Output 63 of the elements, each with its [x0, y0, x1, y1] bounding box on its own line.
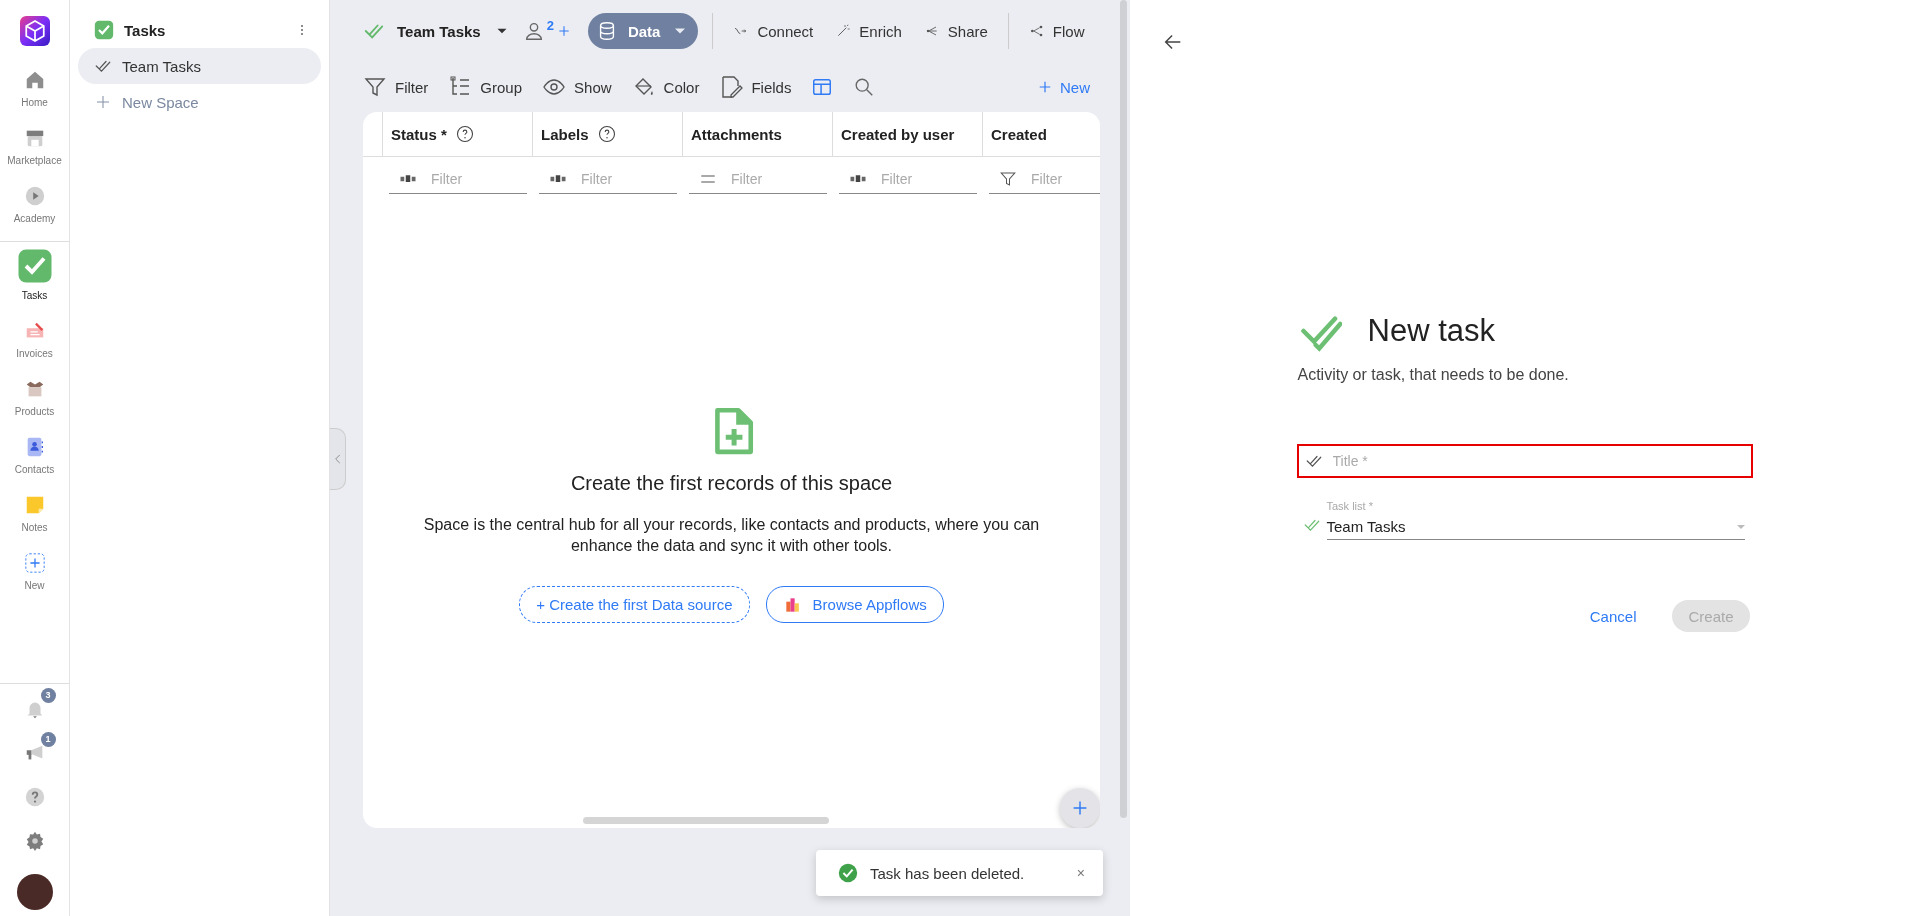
form-subtitle: Activity or task, that needs to be done.: [1297, 366, 1570, 384]
close-button[interactable]: ×: [1076, 865, 1085, 881]
fields-button[interactable]: Fields: [719, 75, 792, 99]
enrich-button[interactable]: Enrich: [829, 22, 908, 40]
rail-item[interactable]: Tasks: [0, 248, 69, 301]
cancel-button[interactable]: Cancel: [1589, 607, 1637, 625]
column-header[interactable]: Labels: [533, 112, 683, 156]
column-header[interactable]: Status *: [383, 112, 533, 156]
check-circle-icon: [838, 863, 858, 883]
form-title: New task: [1367, 313, 1495, 349]
collapse-handle[interactable]: [330, 428, 346, 490]
magic-wand-icon: [835, 23, 852, 39]
scrollbar[interactable]: [583, 817, 829, 824]
rail-item[interactable]: Invoices: [0, 320, 69, 359]
empty-state-text: Space is the central hub for all your records, like contacts and products, where you can enhance the data and sync it with other tools.: [422, 514, 1041, 556]
nodes-icon: [1028, 23, 1045, 39]
edit-document-icon: [719, 75, 744, 99]
help-icon: [596, 124, 617, 144]
rail-item[interactable]: Home: [0, 69, 69, 108]
rail-item[interactable]: Contacts: [0, 436, 69, 475]
rail-item[interactable]: New: [0, 552, 69, 591]
play-icon: [23, 185, 46, 207]
rail-item[interactable]: Products: [0, 378, 69, 417]
data-button[interactable]: Data: [587, 13, 699, 49]
title-input[interactable]: Title *: [1296, 444, 1753, 478]
filter-icon: [999, 170, 1017, 188]
toast-message: Task has been deleted.: [870, 864, 1026, 882]
rail-item[interactable]: Notes: [0, 494, 69, 533]
filter-button[interactable]: Filter: [363, 75, 429, 99]
new-space-link[interactable]: New Space: [78, 84, 321, 120]
check-app-icon: [16, 248, 53, 284]
count-badge: 1: [40, 732, 56, 747]
sidebar-item[interactable]: Team Tasks: [78, 48, 321, 84]
add-button[interactable]: [1060, 788, 1100, 828]
check-app-icon: [94, 20, 114, 40]
flow-button[interactable]: Flow: [1022, 22, 1091, 40]
plus-icon: [94, 93, 112, 111]
filter-icon: [363, 75, 387, 99]
add-icon: [23, 552, 46, 574]
show-button[interactable]: Show: [542, 75, 612, 99]
empty-state-title: Create the first records of this space: [570, 471, 893, 495]
task-list-select[interactable]: Task list * Team Tasks: [1326, 500, 1745, 540]
connect-button[interactable]: Connect: [727, 22, 820, 40]
table-layout-icon[interactable]: [811, 76, 834, 98]
space-selector[interactable]: Team Tasks: [363, 20, 511, 42]
rail-item[interactable]: Marketplace: [0, 127, 69, 166]
browse-appflows-button[interactable]: Browse Appflows: [765, 586, 944, 624]
filter-field[interactable]: Filter: [689, 164, 827, 194]
avatar[interactable]: [16, 874, 53, 910]
scrollbar[interactable]: [1120, 0, 1127, 818]
cube-logo-icon[interactable]: [19, 16, 50, 46]
help-icon: [454, 124, 475, 144]
members-button[interactable]: 2: [522, 20, 572, 42]
count-badge: 3: [40, 688, 56, 703]
group-button[interactable]: Group: [448, 75, 523, 99]
sidebar-title: Tasks: [124, 21, 167, 39]
rail-item[interactable]: Academy: [0, 185, 69, 224]
help-icon[interactable]: [23, 786, 46, 808]
share-button[interactable]: Share: [917, 22, 994, 40]
color-button[interactable]: Color: [631, 75, 700, 99]
column-header[interactable]: Created by user: [833, 112, 983, 156]
new-button[interactable]: New: [1036, 78, 1090, 96]
column-header[interactable]: Attachments: [683, 112, 833, 156]
